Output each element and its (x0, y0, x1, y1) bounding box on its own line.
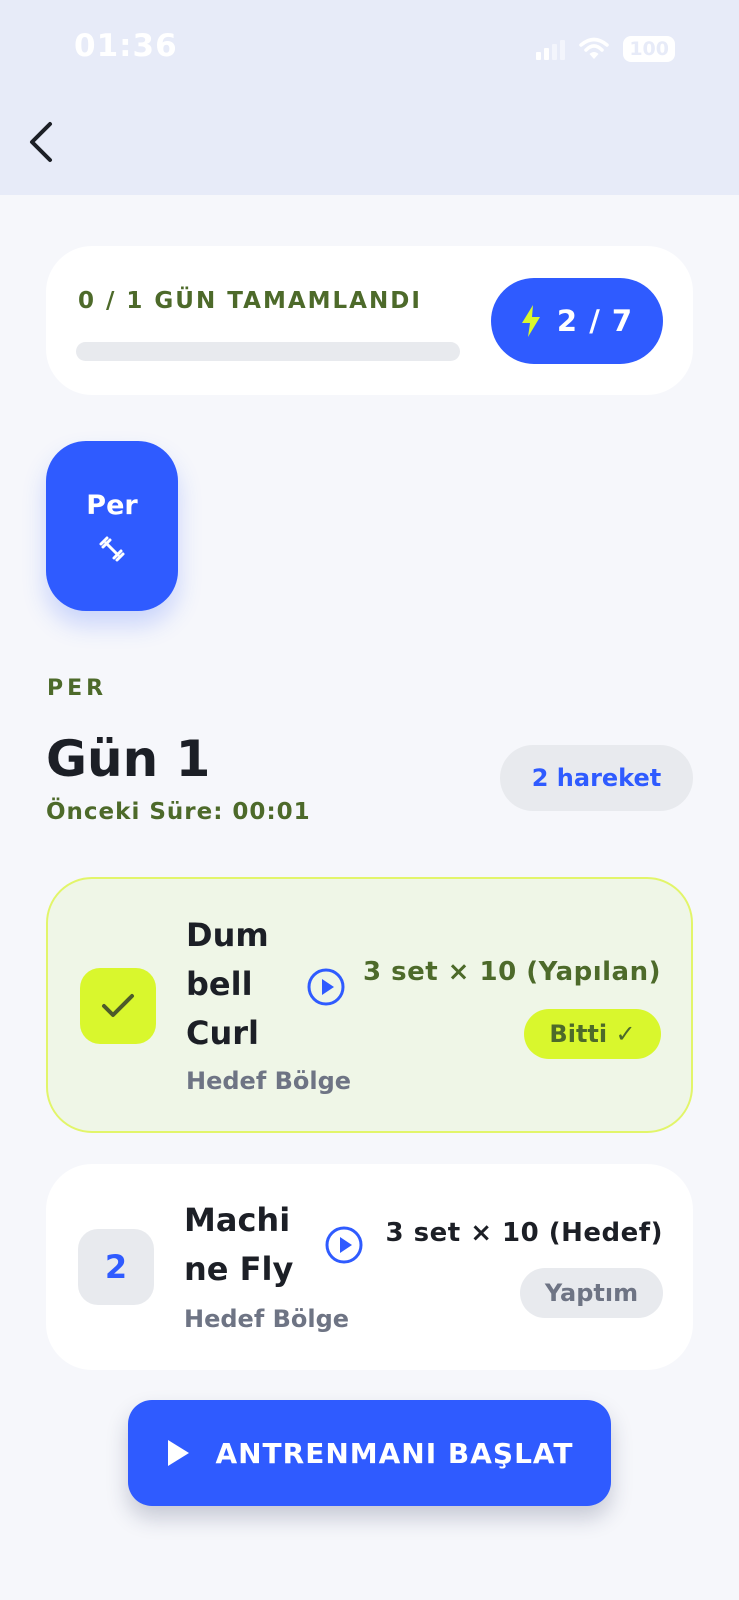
page-title: Gün 1 (46, 730, 211, 788)
done-status-button[interactable]: Bitti ✓ (524, 1009, 661, 1059)
move-count-badge: 2 hareket (500, 745, 693, 811)
cellular-signal-icon (536, 38, 566, 60)
previous-duration: Önceki Süre: 00:01 (46, 799, 311, 825)
play-circle-icon (325, 1226, 363, 1264)
completed-checkbox[interactable] (80, 968, 156, 1044)
progress-card: 0 / 1 GÜN TAMAMLANDI 2 / 7 (46, 246, 693, 395)
day-tab-per[interactable]: Per (46, 441, 178, 611)
day-tab-label: Per (86, 489, 138, 521)
play-video-button[interactable] (306, 967, 346, 1007)
progress-bar (76, 342, 460, 361)
status-time: 01:36 (74, 28, 178, 64)
streak-badge[interactable]: 2 / 7 (491, 278, 663, 364)
battery-icon: 100 (623, 36, 675, 62)
back-button[interactable] (24, 118, 64, 166)
play-video-button[interactable] (324, 1225, 364, 1265)
section-eyebrow: PER (47, 676, 108, 701)
wifi-icon (579, 37, 610, 59)
exercise-sets: 3 set × 10 (Hedef) (385, 1218, 663, 1248)
progress-label: 0 / 1 GÜN TAMAMLANDI (78, 288, 422, 314)
exercise-card-2[interactable]: 2 Machi ne Fly Hedef Bölge 3 set × 10 (H… (46, 1164, 693, 1370)
chevron-left-icon (30, 122, 52, 162)
exercise-target: Hedef Bölge (184, 1305, 350, 1333)
start-workout-label: ANTRENMANI BAŞLAT (215, 1436, 574, 1470)
exercise-name: Machi ne Fly (184, 1201, 294, 1288)
exercise-sets: 3 set × 10 (Yapılan) (362, 957, 661, 987)
check-icon (102, 994, 134, 1017)
play-circle-icon (307, 968, 345, 1006)
mark-done-button[interactable]: Yaptım (520, 1268, 663, 1318)
play-icon (168, 1440, 190, 1466)
top-header: 01:36 100 (0, 0, 739, 195)
dumbbell-icon (99, 536, 125, 561)
start-workout-button[interactable]: ANTRENMANI BAŞLAT (128, 1400, 611, 1506)
exercise-card-1[interactable]: Dum bell Curl Hedef Bölge 3 set × 10 (Ya… (46, 877, 693, 1133)
status-icons: 100 (536, 34, 675, 64)
exercise-index-badge[interactable]: 2 (78, 1229, 154, 1305)
streak-text: 2 / 7 (556, 304, 634, 338)
exercise-target: Hedef Bölge (186, 1067, 352, 1095)
lightning-icon (521, 305, 540, 337)
exercise-name: Dum bell Curl (186, 916, 269, 1052)
